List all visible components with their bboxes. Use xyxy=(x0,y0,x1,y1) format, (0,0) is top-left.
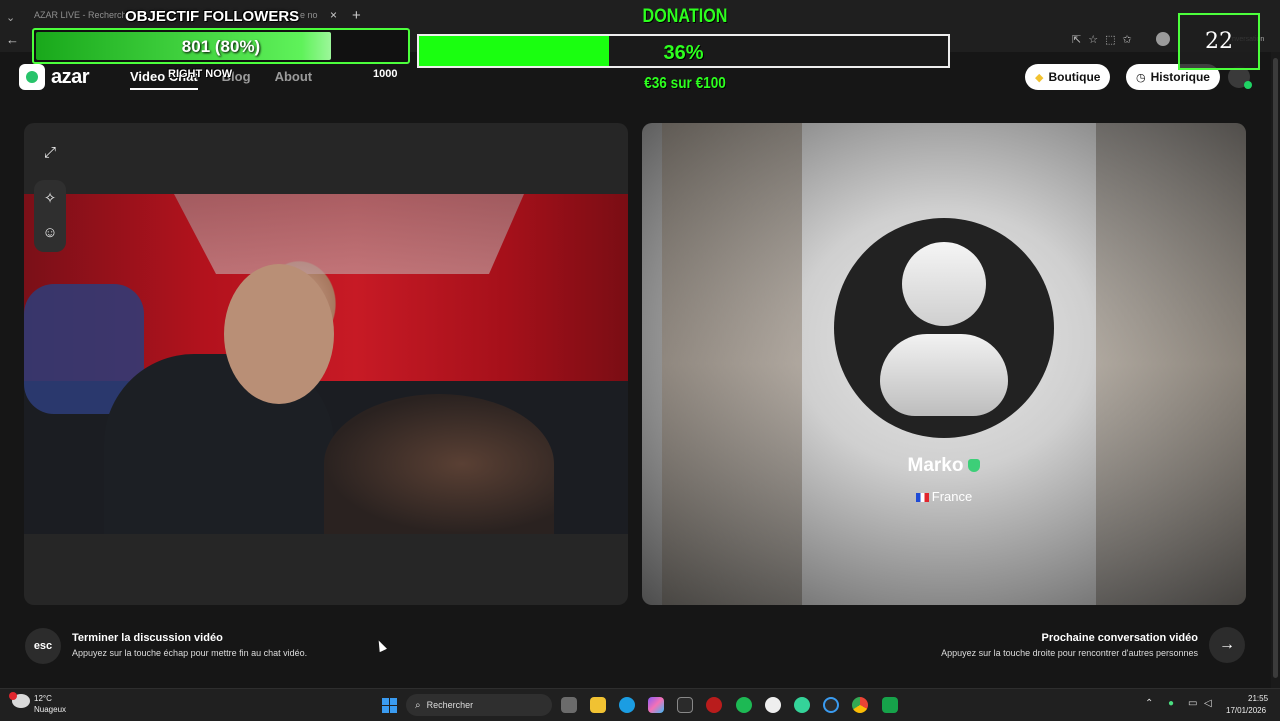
search-label: Rechercher xyxy=(426,700,474,710)
expand-icon[interactable]: ⤢ xyxy=(34,136,66,168)
windows-taskbar: 12°C Nuageux ⌕ Rechercher ⌃ ● ▭ ◁ 21:55 … xyxy=(0,688,1280,721)
close-tab-icon[interactable]: × xyxy=(330,4,337,26)
peer-avatar xyxy=(834,218,1054,438)
face-sticker-icon[interactable]: ☺ xyxy=(34,216,66,248)
browser-profile-icon[interactable] xyxy=(1156,32,1170,46)
donation-title: DONATION xyxy=(642,6,728,27)
camera-second-person xyxy=(324,394,554,534)
tab-azar-live[interactable]: AZAR LIVE - Recherch xyxy=(34,4,127,26)
page-scrollbar[interactable] xyxy=(1271,52,1280,688)
tab-azar-conversation[interactable]: e no xyxy=(300,4,318,26)
video-tools: ⤢ ✧ ☺ xyxy=(34,136,66,252)
spotify-icon[interactable] xyxy=(736,697,752,713)
back-arrow-icon[interactable]: ← xyxy=(6,32,19,47)
camera-ceiling xyxy=(174,194,524,274)
taskbar-search[interactable]: ⌕ Rechercher xyxy=(406,694,552,716)
new-tab-icon[interactable]: + xyxy=(352,4,361,26)
address-bar-icons[interactable]: ⇱☆⬚✩ xyxy=(1072,33,1139,46)
self-video-panel xyxy=(24,123,628,605)
main-nav: Video Chat Blog About xyxy=(130,69,336,90)
next-chat-description: Appuyez sur la touche droite pour rencon… xyxy=(941,648,1198,658)
weather-temperature: 12°C xyxy=(34,694,52,703)
blurred-background-left xyxy=(662,123,802,605)
end-chat-button[interactable]: esc xyxy=(25,628,61,664)
magic-wand-icon[interactable]: ✧ xyxy=(34,182,66,214)
store-icon[interactable] xyxy=(677,697,693,713)
france-flag-icon xyxy=(915,493,929,503)
clock-icon: ◷ xyxy=(1136,71,1146,84)
clock-date[interactable]: 17/01/2026 xyxy=(1226,706,1266,715)
followers-goal-value: 1000 xyxy=(373,68,398,80)
file-explorer-icon[interactable] xyxy=(590,697,606,713)
nav-about[interactable]: About xyxy=(275,69,313,90)
viewer-counter: 22 xyxy=(1178,13,1260,70)
azar-taskbar-icon[interactable] xyxy=(882,697,898,713)
tab-list-chevron-icon[interactable]: ⌄ xyxy=(6,6,15,28)
right-now-label: RIGHT NOW xyxy=(168,68,233,80)
avatar-head xyxy=(902,242,986,326)
effects-group: ✧ ☺ xyxy=(34,180,66,252)
blurred-background-right xyxy=(1096,123,1246,605)
search-icon: ⌕ xyxy=(415,699,421,711)
red-app-icon[interactable] xyxy=(706,697,722,713)
end-chat-title: Terminer la discussion vidéo xyxy=(72,632,223,644)
copilot-icon[interactable] xyxy=(648,697,664,713)
followers-progress-bar: 801 (80%) xyxy=(32,28,410,64)
historique-label: Historique xyxy=(1150,70,1210,84)
next-chat-arrow-icon[interactable]: → xyxy=(1209,627,1245,663)
end-chat-description: Appuyez sur la touche échap pour mettre … xyxy=(72,648,308,658)
tray-chevron-icon[interactable]: ⌃ xyxy=(1145,698,1153,709)
verified-badge-icon xyxy=(968,459,981,473)
self-camera-feed xyxy=(24,194,628,534)
edge-browser-icon[interactable] xyxy=(619,697,635,713)
weather-icon[interactable] xyxy=(9,692,30,708)
peer-name: Marko xyxy=(907,455,964,476)
camera-person-face xyxy=(224,264,334,404)
task-view-icon[interactable] xyxy=(561,697,577,713)
scroll-thumb[interactable] xyxy=(1273,58,1278,678)
microphone-icon[interactable]: ● xyxy=(1168,698,1174,709)
azar-logo-icon xyxy=(19,64,45,90)
donation-progress-bar: 36% xyxy=(417,34,950,68)
logo-text: azar xyxy=(51,65,90,88)
green-app-icon[interactable] xyxy=(794,697,810,713)
avatar-body xyxy=(880,334,1008,416)
xbox-icon[interactable] xyxy=(765,697,781,713)
volume-icon[interactable]: ◁ xyxy=(1204,698,1212,709)
c-app-icon[interactable] xyxy=(823,697,839,713)
boutique-button[interactable]: ◆ Boutique xyxy=(1025,64,1111,90)
peer-country: France xyxy=(931,489,973,504)
donation-percent: 36% xyxy=(663,42,704,64)
next-chat-title: Prochaine conversation vidéo xyxy=(1041,632,1199,644)
chrome-icon[interactable] xyxy=(852,697,868,713)
clock-time[interactable]: 21:55 xyxy=(1248,694,1268,703)
azar-logo[interactable]: azar xyxy=(19,64,90,90)
peer-video-panel: Marko France xyxy=(642,123,1246,605)
boutique-label: Boutique xyxy=(1048,70,1101,84)
followers-goal-title: OBJECTIF FOLLOWERS xyxy=(125,8,300,25)
diamond-icon: ◆ xyxy=(1035,71,1044,84)
peer-name-row: Marko xyxy=(642,455,1246,477)
network-icon[interactable]: ▭ xyxy=(1188,698,1197,709)
donation-amount: €36 sur €100 xyxy=(644,75,726,92)
followers-value: 801 (80%) xyxy=(181,37,261,56)
weather-description: Nuageux xyxy=(34,705,67,714)
peer-country-row: France xyxy=(642,489,1246,504)
windows-start-icon[interactable] xyxy=(382,698,397,713)
